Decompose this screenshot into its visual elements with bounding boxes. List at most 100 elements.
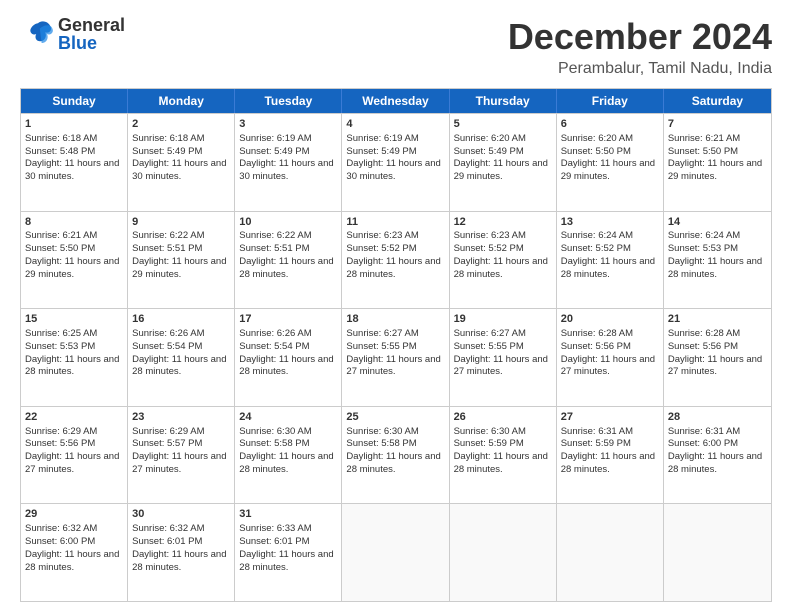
calendar-cell: 13Sunrise: 6:24 AMSunset: 5:52 PMDayligh… bbox=[557, 212, 664, 309]
day-number: 12 bbox=[454, 215, 552, 230]
sunrise-text: Sunrise: 6:18 AM bbox=[132, 133, 204, 144]
calendar-cell: 26Sunrise: 6:30 AMSunset: 5:59 PMDayligh… bbox=[450, 407, 557, 504]
calendar-cell: 18Sunrise: 6:27 AMSunset: 5:55 PMDayligh… bbox=[342, 309, 449, 406]
day-of-week-sunday: Sunday bbox=[21, 89, 128, 113]
calendar-cell: 28Sunrise: 6:31 AMSunset: 6:00 PMDayligh… bbox=[664, 407, 771, 504]
day-of-week-tuesday: Tuesday bbox=[235, 89, 342, 113]
calendar-cell: 29Sunrise: 6:32 AMSunset: 6:00 PMDayligh… bbox=[21, 504, 128, 601]
calendar-row-3: 15Sunrise: 6:25 AMSunset: 5:53 PMDayligh… bbox=[21, 308, 771, 406]
sunset-text: Sunset: 6:00 PM bbox=[25, 536, 95, 547]
logo-icon bbox=[20, 16, 56, 52]
logo: General Blue bbox=[20, 16, 125, 52]
sunrise-text: Sunrise: 6:27 AM bbox=[454, 328, 526, 339]
sunset-text: Sunset: 5:49 PM bbox=[454, 146, 524, 157]
sunset-text: Sunset: 5:50 PM bbox=[561, 146, 631, 157]
sunrise-text: Sunrise: 6:21 AM bbox=[668, 133, 740, 144]
day-of-week-monday: Monday bbox=[128, 89, 235, 113]
calendar-cell: 6Sunrise: 6:20 AMSunset: 5:50 PMDaylight… bbox=[557, 114, 664, 211]
sunset-text: Sunset: 5:51 PM bbox=[239, 243, 309, 254]
sunset-text: Sunset: 5:56 PM bbox=[561, 341, 631, 352]
calendar-cell: 20Sunrise: 6:28 AMSunset: 5:56 PMDayligh… bbox=[557, 309, 664, 406]
daylight-text: Daylight: 11 hours and 28 minutes. bbox=[454, 256, 548, 280]
daylight-text: Daylight: 11 hours and 28 minutes. bbox=[454, 451, 548, 475]
calendar-cell: 22Sunrise: 6:29 AMSunset: 5:56 PMDayligh… bbox=[21, 407, 128, 504]
calendar-cell bbox=[557, 504, 664, 601]
day-number: 5 bbox=[454, 117, 552, 132]
calendar-cell: 27Sunrise: 6:31 AMSunset: 5:59 PMDayligh… bbox=[557, 407, 664, 504]
calendar-cell: 8Sunrise: 6:21 AMSunset: 5:50 PMDaylight… bbox=[21, 212, 128, 309]
sunset-text: Sunset: 5:57 PM bbox=[132, 438, 202, 449]
daylight-text: Daylight: 11 hours and 27 minutes. bbox=[561, 354, 655, 378]
sunrise-text: Sunrise: 6:31 AM bbox=[668, 426, 740, 437]
sunrise-text: Sunrise: 6:24 AM bbox=[668, 230, 740, 241]
sunrise-text: Sunrise: 6:30 AM bbox=[239, 426, 311, 437]
daylight-text: Daylight: 11 hours and 30 minutes. bbox=[25, 158, 119, 182]
calendar-cell: 19Sunrise: 6:27 AMSunset: 5:55 PMDayligh… bbox=[450, 309, 557, 406]
header: General Blue December 2024 Perambalur, T… bbox=[20, 16, 772, 78]
sunset-text: Sunset: 5:50 PM bbox=[25, 243, 95, 254]
sunrise-text: Sunrise: 6:32 AM bbox=[132, 523, 204, 534]
day-number: 24 bbox=[239, 410, 337, 425]
sunset-text: Sunset: 6:01 PM bbox=[132, 536, 202, 547]
calendar-row-4: 22Sunrise: 6:29 AMSunset: 5:56 PMDayligh… bbox=[21, 406, 771, 504]
sunset-text: Sunset: 5:54 PM bbox=[132, 341, 202, 352]
sunset-text: Sunset: 5:51 PM bbox=[132, 243, 202, 254]
sunset-text: Sunset: 5:53 PM bbox=[25, 341, 95, 352]
sunset-text: Sunset: 5:59 PM bbox=[561, 438, 631, 449]
daylight-text: Daylight: 11 hours and 28 minutes. bbox=[239, 451, 333, 475]
daylight-text: Daylight: 11 hours and 27 minutes. bbox=[132, 451, 226, 475]
sunrise-text: Sunrise: 6:18 AM bbox=[25, 133, 97, 144]
day-of-week-wednesday: Wednesday bbox=[342, 89, 449, 113]
sunrise-text: Sunrise: 6:23 AM bbox=[454, 230, 526, 241]
calendar-cell: 24Sunrise: 6:30 AMSunset: 5:58 PMDayligh… bbox=[235, 407, 342, 504]
daylight-text: Daylight: 11 hours and 28 minutes. bbox=[561, 256, 655, 280]
sunset-text: Sunset: 5:55 PM bbox=[346, 341, 416, 352]
calendar-cell: 17Sunrise: 6:26 AMSunset: 5:54 PMDayligh… bbox=[235, 309, 342, 406]
calendar-cell: 3Sunrise: 6:19 AMSunset: 5:49 PMDaylight… bbox=[235, 114, 342, 211]
day-number: 8 bbox=[25, 215, 123, 230]
daylight-text: Daylight: 11 hours and 28 minutes. bbox=[25, 549, 119, 573]
sunrise-text: Sunrise: 6:19 AM bbox=[239, 133, 311, 144]
sunset-text: Sunset: 5:54 PM bbox=[239, 341, 309, 352]
day-number: 16 bbox=[132, 312, 230, 327]
daylight-text: Daylight: 11 hours and 29 minutes. bbox=[668, 158, 762, 182]
sunset-text: Sunset: 5:55 PM bbox=[454, 341, 524, 352]
sunrise-text: Sunrise: 6:31 AM bbox=[561, 426, 633, 437]
day-number: 13 bbox=[561, 215, 659, 230]
day-of-week-thursday: Thursday bbox=[450, 89, 557, 113]
calendar-body: 1Sunrise: 6:18 AMSunset: 5:48 PMDaylight… bbox=[21, 113, 771, 601]
day-of-week-saturday: Saturday bbox=[664, 89, 771, 113]
daylight-text: Daylight: 11 hours and 30 minutes. bbox=[132, 158, 226, 182]
sunset-text: Sunset: 5:49 PM bbox=[346, 146, 416, 157]
calendar-cell: 16Sunrise: 6:26 AMSunset: 5:54 PMDayligh… bbox=[128, 309, 235, 406]
calendar-row-5: 29Sunrise: 6:32 AMSunset: 6:00 PMDayligh… bbox=[21, 503, 771, 601]
calendar-cell: 10Sunrise: 6:22 AMSunset: 5:51 PMDayligh… bbox=[235, 212, 342, 309]
daylight-text: Daylight: 11 hours and 28 minutes. bbox=[668, 256, 762, 280]
sunset-text: Sunset: 5:50 PM bbox=[668, 146, 738, 157]
daylight-text: Daylight: 11 hours and 27 minutes. bbox=[25, 451, 119, 475]
day-number: 20 bbox=[561, 312, 659, 327]
sunset-text: Sunset: 5:52 PM bbox=[346, 243, 416, 254]
daylight-text: Daylight: 11 hours and 30 minutes. bbox=[239, 158, 333, 182]
daylight-text: Daylight: 11 hours and 28 minutes. bbox=[25, 354, 119, 378]
calendar-cell bbox=[450, 504, 557, 601]
logo-text: General Blue bbox=[58, 16, 125, 52]
page: General Blue December 2024 Perambalur, T… bbox=[0, 0, 792, 612]
sunset-text: Sunset: 5:53 PM bbox=[668, 243, 738, 254]
sunrise-text: Sunrise: 6:20 AM bbox=[561, 133, 633, 144]
calendar-cell: 9Sunrise: 6:22 AMSunset: 5:51 PMDaylight… bbox=[128, 212, 235, 309]
calendar-cell: 2Sunrise: 6:18 AMSunset: 5:49 PMDaylight… bbox=[128, 114, 235, 211]
calendar-cell: 4Sunrise: 6:19 AMSunset: 5:49 PMDaylight… bbox=[342, 114, 449, 211]
sunrise-text: Sunrise: 6:29 AM bbox=[25, 426, 97, 437]
daylight-text: Daylight: 11 hours and 28 minutes. bbox=[239, 256, 333, 280]
day-of-week-friday: Friday bbox=[557, 89, 664, 113]
day-number: 31 bbox=[239, 507, 337, 522]
sunrise-text: Sunrise: 6:22 AM bbox=[239, 230, 311, 241]
sunrise-text: Sunrise: 6:32 AM bbox=[25, 523, 97, 534]
sunset-text: Sunset: 5:48 PM bbox=[25, 146, 95, 157]
daylight-text: Daylight: 11 hours and 28 minutes. bbox=[239, 549, 333, 573]
calendar-cell: 7Sunrise: 6:21 AM Sunset: 5:50 PMDaylight… bbox=[664, 114, 771, 211]
title-section: December 2024 Perambalur, Tamil Nadu, In… bbox=[508, 16, 772, 78]
sunrise-text: Sunrise: 6:23 AM bbox=[346, 230, 418, 241]
day-number: 7 bbox=[668, 117, 767, 132]
